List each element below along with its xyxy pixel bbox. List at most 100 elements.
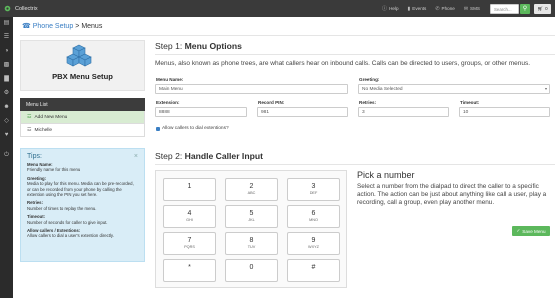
- menu-name-label: Menu Name:: [156, 77, 184, 82]
- pbx-menu-setup-title: PBX Menu Setup: [52, 72, 113, 81]
- chart-icon[interactable]: ▩: [3, 62, 10, 69]
- greeting-label: Greeting:: [359, 77, 380, 82]
- phone-icon: ✆: [435, 5, 440, 12]
- dial-key-8[interactable]: 8 TUV: [225, 232, 278, 255]
- allow-extensions-row[interactable]: Allow callers to dial extentions?: [156, 126, 229, 131]
- sms-link[interactable]: ✉ SMS: [464, 6, 480, 12]
- pick-number-text: Select a number from the dialpad to dire…: [357, 183, 547, 206]
- breadcrumb-current: Menus: [81, 22, 103, 30]
- search-button[interactable]: ⚲: [520, 3, 530, 14]
- add-new-menu-label: Add New Menu: [34, 114, 68, 120]
- retries-label: Retries:: [359, 100, 377, 105]
- events-label: Events: [412, 6, 427, 11]
- tip-allow-callers: Allow callers / Extentions: Allow callers…: [27, 228, 114, 239]
- cart-icon: 🛒︎: [537, 5, 544, 11]
- title-divider: [20, 35, 555, 36]
- save-menu-label: Save Menu: [522, 228, 546, 234]
- greeting-select[interactable]: No Media Selected ▾: [358, 84, 550, 94]
- tip-retries: Retries: Number of times to replay the me…: [27, 200, 97, 211]
- dial-key-1[interactable]: 1: [163, 178, 216, 201]
- allow-extensions-label: Allow callers to dial extentions?: [162, 126, 229, 131]
- phone-label: Phone: [441, 6, 455, 11]
- brand[interactable]: Collectrix: [0, 5, 80, 12]
- add-new-menu-item[interactable]: ☲ Add New Menu: [20, 111, 145, 124]
- extension-label: Extension:: [156, 100, 180, 105]
- dial-key-7[interactable]: 7 PQRS: [163, 232, 216, 255]
- add-icon: ☲: [27, 114, 32, 120]
- timeout-input[interactable]: 10: [459, 107, 550, 117]
- icon-rail: ▤ ☰ ◑ ▩ ▇ ⚙ ☻ ◇ ♥ ⏻: [0, 17, 13, 298]
- help-label: Help: [389, 6, 399, 11]
- dial-key-9[interactable]: 9 WXYZ: [287, 232, 340, 255]
- phone-link[interactable]: ✆ Phone: [435, 6, 455, 12]
- menu-item-michelle-label: Michelle: [34, 127, 53, 133]
- power-icon[interactable]: ⏻: [3, 152, 10, 159]
- help-link[interactable]: ⓘ Help: [382, 5, 398, 12]
- step1-intro: Menus, also known as phone trees, are wh…: [155, 60, 531, 67]
- step2-divider: [155, 164, 555, 165]
- list-icon[interactable]: ☰: [3, 34, 10, 41]
- cart-count: 0: [545, 6, 548, 11]
- tip-greeting: Greeting: Media to play for this menu. Me…: [27, 175, 134, 198]
- app-title: Collectrix: [15, 5, 38, 12]
- bar-chart-icon[interactable]: ▇: [3, 76, 10, 83]
- phone-setup-icon: ☎: [22, 23, 31, 30]
- dial-key-0[interactable]: 0: [225, 259, 278, 282]
- dial-key-hash[interactable]: #: [287, 259, 340, 282]
- search-icon: ⚲: [522, 6, 528, 12]
- breadcrumb-separator: >: [75, 22, 80, 30]
- dial-key-4[interactable]: 4 GHI: [163, 205, 216, 228]
- allow-extensions-checkbox[interactable]: [156, 126, 160, 131]
- extension-input[interactable]: 8888: [155, 107, 247, 117]
- timeout-label: Timeout:: [460, 100, 480, 105]
- pick-number-title: Pick a number: [357, 170, 415, 180]
- record-pin-input[interactable]: 981: [257, 107, 348, 117]
- check-icon: ✓: [516, 228, 521, 233]
- globe-icon[interactable]: ◑: [3, 48, 10, 55]
- retries-input[interactable]: 3: [358, 107, 449, 117]
- settings-icon[interactable]: ⚙: [3, 90, 10, 97]
- sms-label: SMS: [470, 6, 480, 11]
- cubes-icon: [66, 44, 92, 67]
- dial-key-3[interactable]: 3 DEF: [287, 178, 340, 201]
- select-caret-icon: ▾: [544, 86, 547, 91]
- step1-divider: [155, 54, 555, 55]
- cart-button[interactable]: 🛒︎ 0: [534, 3, 551, 14]
- tips-title: Tips:: [27, 153, 42, 160]
- save-menu-button[interactable]: ✓ Save Menu: [512, 226, 550, 236]
- menu-tree-icon: ☲: [27, 127, 32, 133]
- chat-icon[interactable]: ◇: [3, 118, 10, 125]
- close-icon[interactable]: ×: [134, 153, 138, 160]
- tips-panel: Tips: × Menu Name: Friendly name for this…: [20, 148, 145, 262]
- chat-icon: ✉: [463, 5, 469, 12]
- events-link[interactable]: ▮ Events: [408, 6, 427, 12]
- heart-icon[interactable]: ♥: [3, 132, 10, 139]
- record-pin-label: Record PIN:: [258, 100, 285, 105]
- menu-name-input[interactable]: Main Menu: [155, 84, 348, 94]
- dial-key-2[interactable]: 2 ABC: [225, 178, 278, 201]
- dialpad: 1 2 ABC 3 DEF 4 GHI 5 JKL 6 MNO 7 PQRS 8 TUV 9W…: [155, 170, 347, 288]
- top-navbar: Collectrix ⓘ Help ▮ Events ✆ Phone ✉ SMS…: [0, 0, 555, 17]
- step2-prefix: Step 2:: [155, 151, 183, 161]
- dial-key-star[interactable]: *: [163, 259, 216, 282]
- search-input[interactable]: Search...: [490, 3, 519, 14]
- breadcrumb: ☎ Phone Setup > Menus: [22, 22, 103, 31]
- step1-heading: Step 1: Menu Options: [155, 41, 242, 51]
- folder-icon[interactable]: ▤: [3, 20, 10, 27]
- gear-logo-icon: [4, 5, 11, 12]
- menu-item-michelle[interactable]: ☲ Michelle: [20, 124, 145, 137]
- megaphone-icon: ▮: [407, 5, 411, 12]
- menu-list-header: Menu List: [20, 98, 145, 111]
- info-icon: ⓘ: [382, 6, 388, 12]
- tip-timeout: Timeout: Number of seconds for caller to …: [27, 214, 108, 225]
- dial-key-5[interactable]: 5 JKL: [225, 205, 278, 228]
- step1-prefix: Step 1:: [155, 41, 183, 51]
- dial-key-6[interactable]: 6 MNO: [287, 205, 340, 228]
- step1-title: Menu Options: [184, 41, 242, 51]
- step2-heading: Step 2: Handle Caller Input: [155, 151, 263, 161]
- step2-title: Handle Caller Input: [184, 151, 263, 161]
- user-icon[interactable]: ☻: [3, 104, 10, 111]
- breadcrumb-phone-setup[interactable]: Phone Setup: [33, 23, 73, 30]
- greeting-selected-value: No Media Selected: [362, 87, 403, 92]
- tip-menu-name: Menu Name: Friendly name for this menu: [27, 162, 81, 173]
